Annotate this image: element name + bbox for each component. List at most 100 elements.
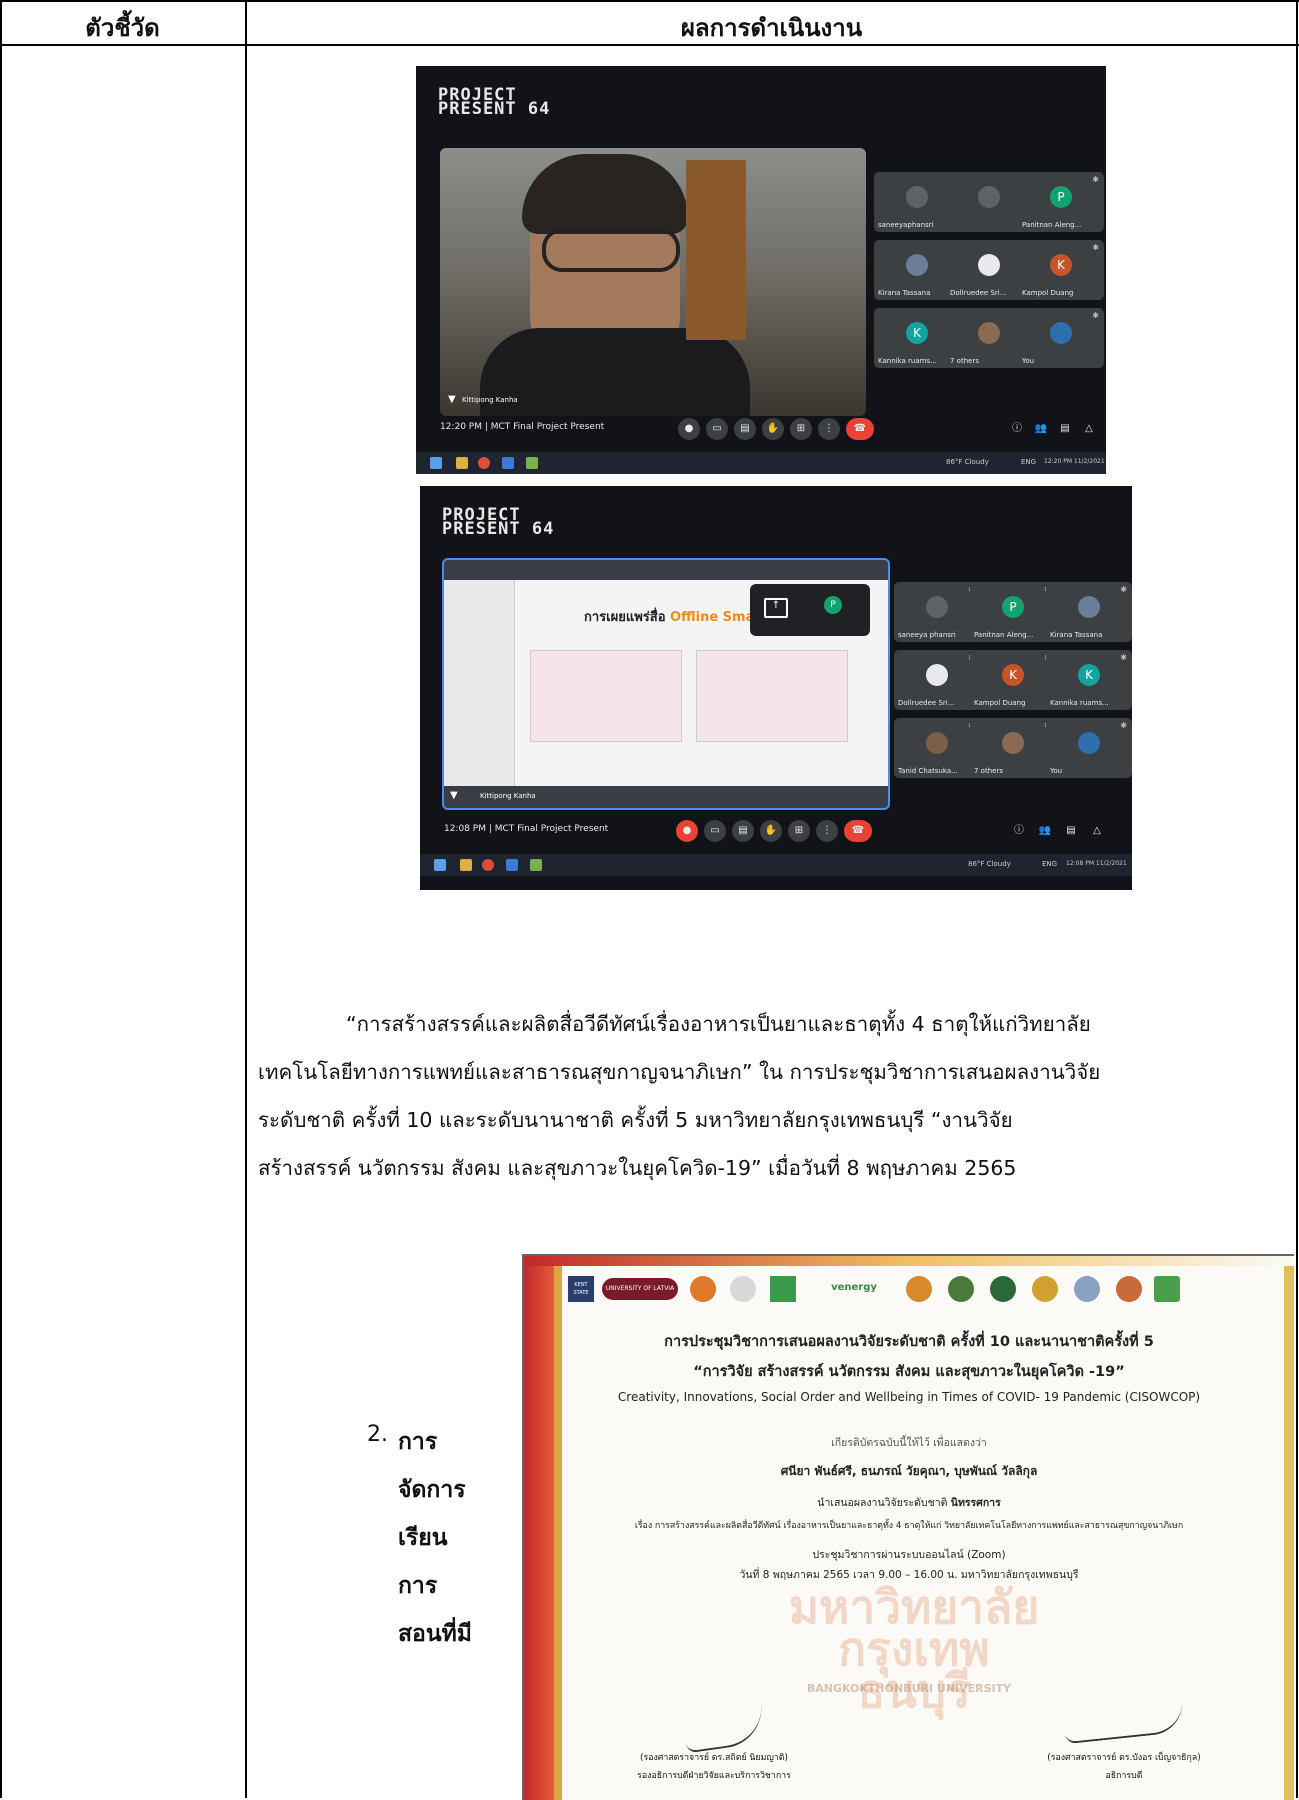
activities-icon[interactable]: △ — [1078, 418, 1100, 440]
participant-tile[interactable]: ✱ You — [1046, 718, 1132, 778]
project-banner: PROJECT PRESENT 64 — [442, 505, 555, 539]
captions-button[interactable]: ▤ — [732, 820, 754, 842]
activities-icon[interactable]: △ — [1086, 820, 1108, 842]
participant-name: Tanid Chatsuka... — [898, 767, 958, 775]
date-info: วันที่ 8 พฤษภาคม 2565 เวลา 9.00 – 16.00 … — [739, 1569, 1079, 1581]
paint-icon[interactable] — [530, 859, 542, 871]
recipient-names: ศนียา พันธ์ศรี, ธนภรณ์ วัยคุณา, บุษพันณ์… — [780, 1464, 1038, 1478]
avatar — [1078, 732, 1100, 754]
participant-grid: ✱saneeya phansri✱PPanitnan Aleng...✱Kira… — [894, 582, 1132, 822]
participant-tile[interactable]: ✱ You — [1018, 308, 1104, 368]
participant-name: Kampol Duang — [1022, 289, 1074, 297]
windows-icon[interactable] — [430, 457, 442, 469]
paragraph-line-2: เทคโนโลยีทางการแพทย์และสาธารณสุขกาญจนาภิ… — [258, 1060, 1101, 1084]
watermark-university-en: BANGKOKTHONBURI UNIVERSITY — [806, 1682, 1012, 1695]
column-divider — [245, 0, 247, 1798]
mic-off-icon: ✱ — [1092, 311, 1099, 320]
slide-heading-accent: Offline Sma — [670, 610, 755, 625]
participant-tile[interactable]: ✱Dollruedee Sri... — [894, 650, 980, 710]
presenter-video: ▼ Kittipong Kanha — [440, 148, 866, 416]
participant-tile[interactable]: ✱7 others — [970, 718, 1056, 778]
more-options-button[interactable]: ⋮ — [816, 820, 838, 842]
participant-tile[interactable]: ✱ K Kannika ruams... — [1046, 650, 1132, 710]
participant-name: Kannika ruams... — [878, 357, 937, 365]
mic-off-icon: ✱ — [1120, 721, 1127, 730]
slide-thumbnails — [444, 580, 515, 786]
paragraph-line-3: ระดับชาติ ครั้งที่ 10 และระดับนานาชาติ ค… — [258, 1108, 1013, 1132]
slide-area: การเผยแพร่สื่อ Offline Sma ↑ P — [444, 580, 888, 786]
files-icon[interactable] — [456, 457, 468, 469]
certificate-image: KENT STATE UNIVERSITY OF LATVIA venergy … — [522, 1254, 1294, 1800]
raise-hand-button[interactable]: ✋ — [760, 820, 782, 842]
raise-hand-button[interactable]: ✋ — [762, 418, 784, 440]
avatar — [906, 186, 928, 208]
leave-call-button[interactable]: ☎ — [844, 820, 872, 842]
people-icon[interactable]: 👥 — [1034, 820, 1056, 842]
conference-title: การประชุมวิชาการเสนอผลงานวิจัยระดับชาติ … — [664, 1334, 1154, 1350]
avatar — [978, 186, 1000, 208]
chrome-icon[interactable] — [478, 457, 490, 469]
avatar — [926, 732, 948, 754]
leave-call-button[interactable]: ☎ — [846, 418, 874, 440]
participant-tile[interactable]: ✱ Kirana Tassana — [1046, 582, 1132, 642]
logo-kent-state: KENT STATE — [568, 1276, 594, 1302]
camera-button[interactable]: ▭ — [706, 418, 728, 440]
item-number: 2. — [367, 1422, 388, 1447]
mic-off-button[interactable]: ● — [676, 820, 698, 842]
seal-icon — [690, 1276, 716, 1302]
files-icon[interactable] — [460, 859, 472, 871]
item-line: การ — [398, 1573, 438, 1599]
clock-text: 12:08 PM 11/2/2021 — [1066, 860, 1127, 867]
panitnan-avatar: P — [824, 596, 842, 614]
seal-icon — [1116, 1276, 1142, 1302]
item-line: เรียน — [398, 1525, 448, 1551]
presenter-glasses — [542, 228, 680, 272]
logo-energy: venergy — [831, 1282, 877, 1293]
participant-name: Kampol Duang — [974, 699, 1026, 707]
item-heading: การ จัดการ เรียน การ สอนที่มี — [398, 1418, 472, 1658]
windows-icon[interactable] — [434, 859, 446, 871]
participant-tile[interactable]: ✱PPanitnan Aleng... — [1018, 172, 1104, 232]
paragraph-line-4: สร้างสรรค์ นวัตกรรม สังคม และสุขภาวะในยุ… — [258, 1156, 1017, 1180]
slide-heading: การเผยแพร่สื่อ Offline Sma — [584, 606, 754, 627]
language-text: ENG — [1042, 860, 1058, 868]
participant-tile[interactable]: ✱KKampol Duang — [970, 650, 1056, 710]
camera-button[interactable]: ▭ — [704, 820, 726, 842]
online-info: ประชุมวิชาการผ่านระบบออนไลน์ (Zoom) — [812, 1549, 1006, 1561]
signer-2-name: (รองศาสตราจารย์ ดร.บังอร เบ็ญจาธิกุล) — [1047, 1753, 1201, 1763]
people-icon[interactable]: 👥 — [1030, 418, 1052, 440]
participant-tile[interactable]: ✱KKampol Duang — [1018, 240, 1104, 300]
windows-taskbar: 86°F Cloudy ENG 12:20 PM 11/2/2021 — [416, 452, 1106, 474]
certify-text: เกียรติบัตรฉบับนี้ให้ไว้ เพื่อแสดงว่า — [831, 1437, 987, 1449]
participant-name: Kirana Tassana — [1050, 631, 1103, 639]
avatar — [1050, 322, 1072, 344]
avatar: K — [1002, 664, 1024, 686]
signature-1 — [681, 1700, 767, 1754]
paint-icon[interactable] — [526, 457, 538, 469]
info-icon[interactable]: ⓘ — [1008, 820, 1030, 842]
slide-image-2 — [696, 650, 848, 742]
research-topic: เรื่อง การสร้างสรรค์และผลิตสื่อวีดีทัศน์… — [634, 1521, 1184, 1531]
windows-taskbar: 86°F Cloudy ENG 12:08 PM 11/2/2021 — [420, 854, 1132, 876]
info-icon[interactable]: ⓘ — [1006, 418, 1028, 440]
language-text: ENG — [1021, 458, 1037, 466]
chat-icon[interactable]: ▤ — [1054, 418, 1076, 440]
signer-2-title: อธิการบดี — [1105, 1771, 1143, 1781]
participant-tile[interactable]: ✱PPanitnan Aleng... — [970, 582, 1056, 642]
more-options-button[interactable]: ⋮ — [818, 418, 840, 440]
seal-icon — [906, 1276, 932, 1302]
chat-icon[interactable]: ▤ — [1060, 820, 1082, 842]
present-button[interactable]: ⊞ — [788, 820, 810, 842]
captions-button[interactable]: ▤ — [734, 418, 756, 440]
participant-tile[interactable]: ✱saneeya phansri — [894, 582, 980, 642]
app-icon[interactable] — [502, 457, 514, 469]
avatar: K — [906, 322, 928, 344]
chrome-icon[interactable] — [482, 859, 494, 871]
participant-name: You — [1022, 357, 1035, 365]
app-icon[interactable] — [506, 859, 518, 871]
mic-off-icon: ✱ — [1092, 243, 1099, 252]
present-button[interactable]: ⊞ — [790, 418, 812, 440]
avatar — [906, 254, 928, 276]
participant-tile[interactable]: ✱Tanid Chatsuka... — [894, 718, 980, 778]
mic-button[interactable]: ● — [678, 418, 700, 440]
